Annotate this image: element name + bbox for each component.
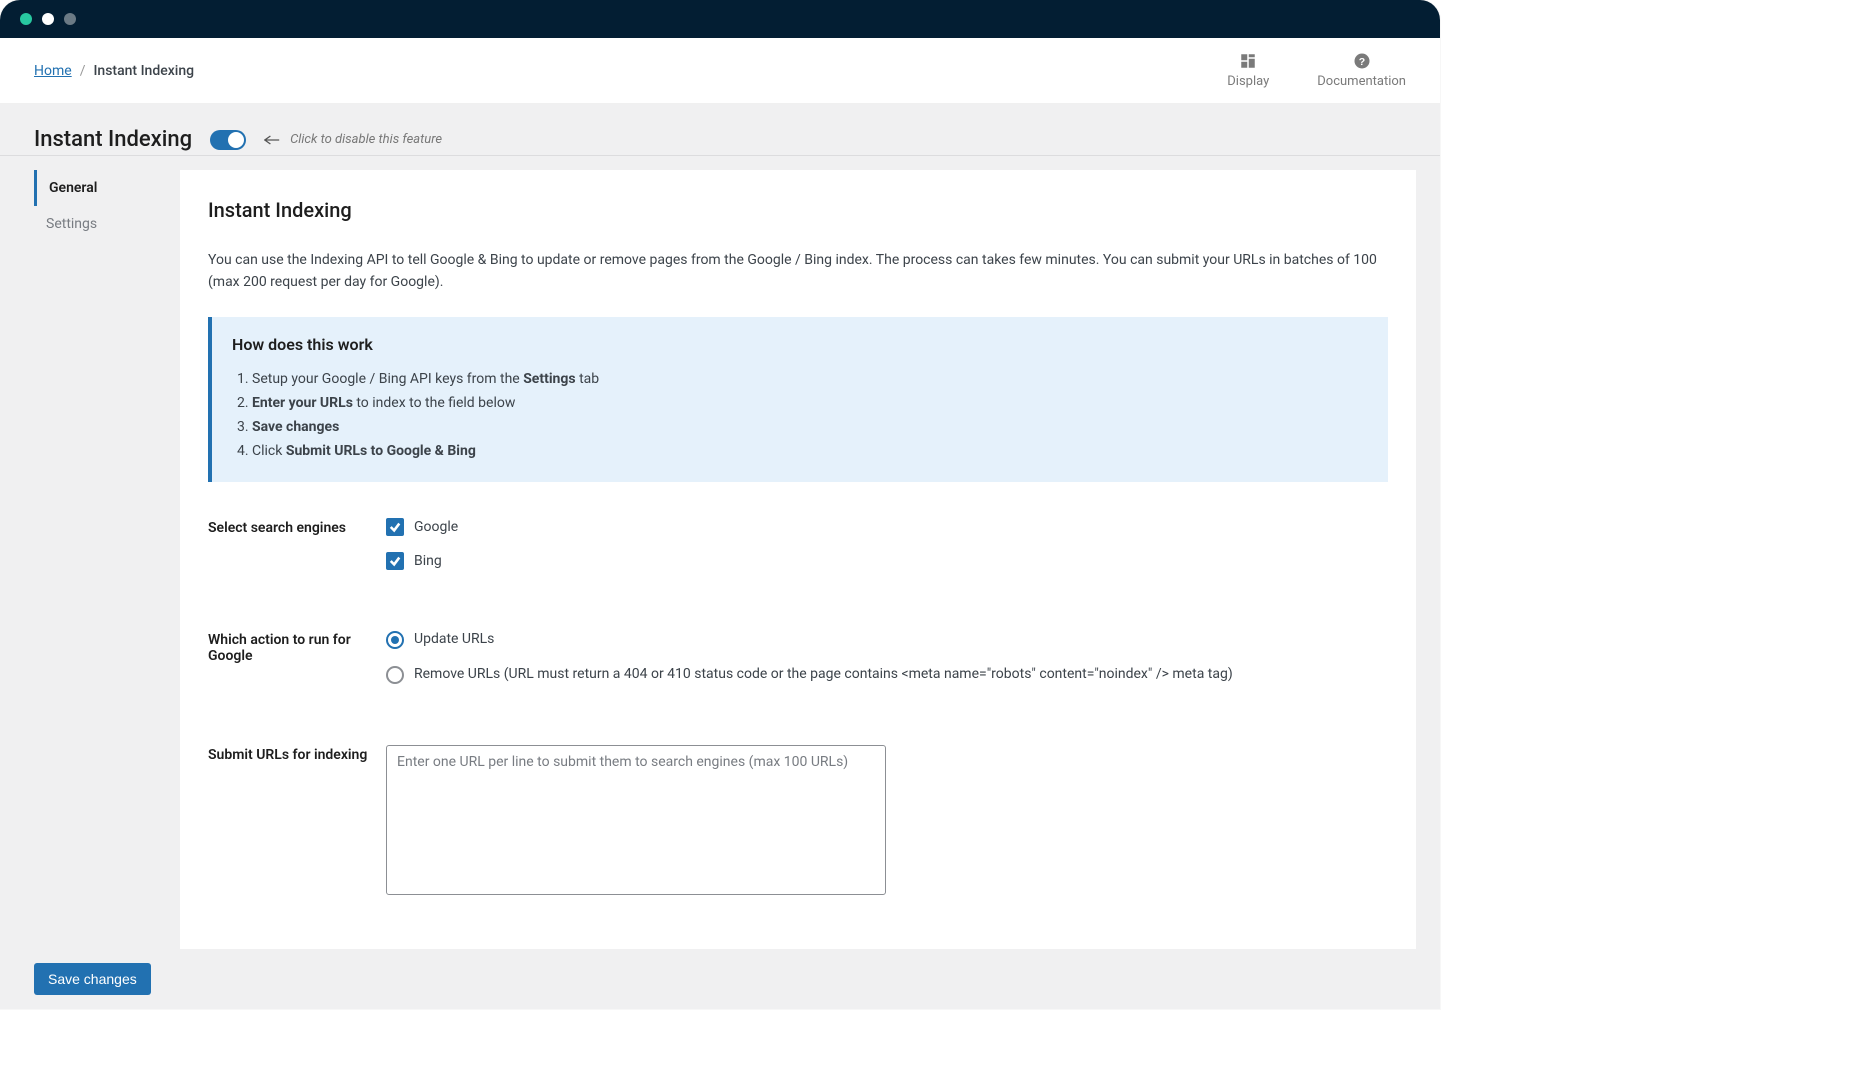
radio-update-label: Update URLs [414, 630, 494, 650]
page-title-row: Instant Indexing Click to disable this f… [0, 104, 1440, 156]
radio-remove-urls[interactable]: Remove URLs (URL must return a 404 or 41… [386, 665, 1388, 685]
svg-text:?: ? [1358, 56, 1364, 68]
tab-settings[interactable]: Settings [34, 206, 180, 242]
checkbox-google-label: Google [414, 519, 458, 535]
checkbox-bing[interactable]: Bing [386, 552, 1388, 570]
card-description: You can use the Indexing API to tell Goo… [208, 250, 1388, 293]
breadcrumb-home-link[interactable]: Home [34, 63, 72, 79]
breadcrumb: Home / Instant Indexing [34, 63, 194, 79]
check-icon [386, 518, 404, 536]
infobox-step-4: Click Submit URLs to Google & Bing [252, 440, 1368, 464]
header: Home / Instant Indexing Display ? Docume… [0, 38, 1440, 104]
action-label: Which action to run for Google [208, 630, 386, 664]
card-title: Instant Indexing [208, 198, 1388, 222]
check-icon [386, 552, 404, 570]
window-dot-maximize-icon[interactable] [64, 13, 76, 25]
toggle-hint-text: Click to disable this feature [290, 132, 442, 147]
radio-icon [386, 631, 404, 649]
tab-general[interactable]: General [34, 170, 180, 206]
feature-toggle[interactable] [210, 130, 246, 150]
breadcrumb-current: Instant Indexing [93, 63, 194, 79]
radio-remove-label: Remove URLs (URL must return a 404 or 41… [414, 665, 1233, 685]
display-icon [1239, 52, 1257, 70]
infobox-step-3: Save changes [252, 416, 1368, 440]
breadcrumb-separator: / [80, 63, 86, 79]
sidebar: General Settings [0, 170, 180, 949]
main-card: Instant Indexing You can use the Indexin… [180, 170, 1416, 949]
how-it-works-box: How does this work Setup your Google / B… [208, 317, 1388, 481]
display-button[interactable]: Display [1227, 52, 1269, 89]
infobox-step-1: Setup your Google / Bing API keys from t… [252, 368, 1368, 392]
titlebar [0, 0, 1440, 38]
header-actions: Display ? Documentation [1227, 52, 1406, 89]
page-title: Instant Indexing [34, 127, 192, 152]
window-dot-minimize-icon[interactable] [42, 13, 54, 25]
arrow-left-icon [264, 134, 280, 146]
help-icon: ? [1353, 52, 1371, 70]
checkbox-google[interactable]: Google [386, 518, 1388, 536]
toggle-hint: Click to disable this feature [264, 132, 442, 147]
submit-urls-label: Submit URLs for indexing [208, 745, 386, 763]
window-dot-close-icon[interactable] [20, 13, 32, 25]
search-engines-label: Select search engines [208, 518, 386, 536]
documentation-label: Documentation [1317, 74, 1406, 89]
checkbox-bing-label: Bing [414, 553, 442, 569]
radio-icon [386, 666, 404, 684]
infobox-heading: How does this work [232, 335, 1368, 354]
documentation-button[interactable]: ? Documentation [1317, 52, 1406, 89]
display-label: Display [1227, 74, 1269, 89]
infobox-step-2: Enter your URLs to index to the field be… [252, 392, 1368, 416]
save-changes-button[interactable]: Save changes [34, 963, 151, 995]
urls-textarea[interactable] [386, 745, 886, 895]
radio-update-urls[interactable]: Update URLs [386, 630, 1388, 650]
